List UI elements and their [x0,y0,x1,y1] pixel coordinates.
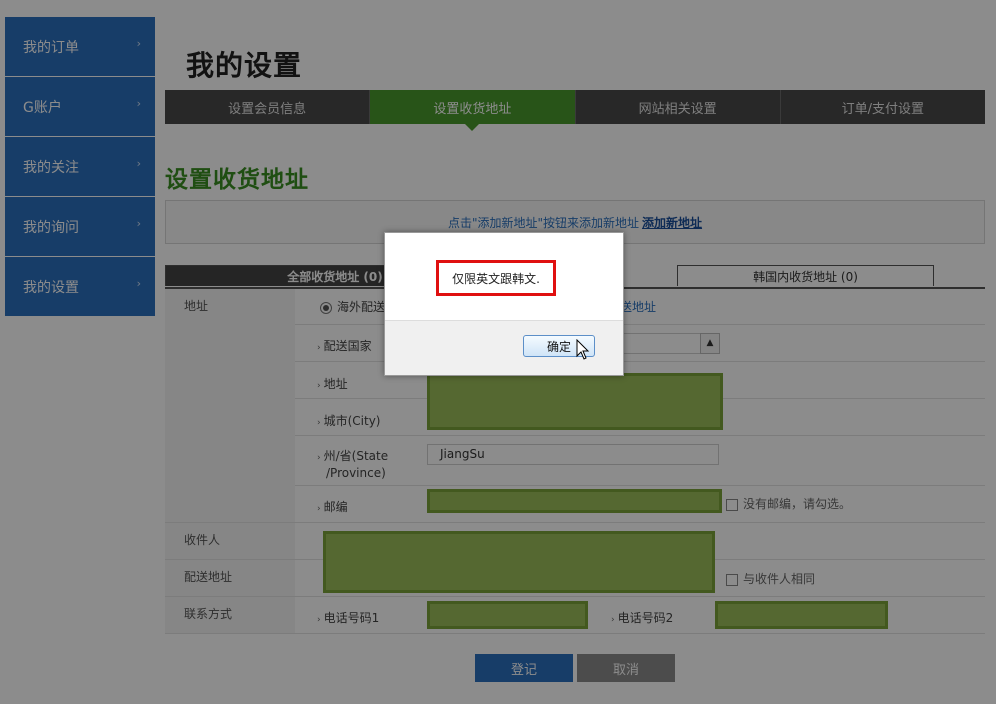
mouse-cursor-icon [576,339,590,360]
dialog-message: 仅限英文跟韩文. [436,260,556,296]
